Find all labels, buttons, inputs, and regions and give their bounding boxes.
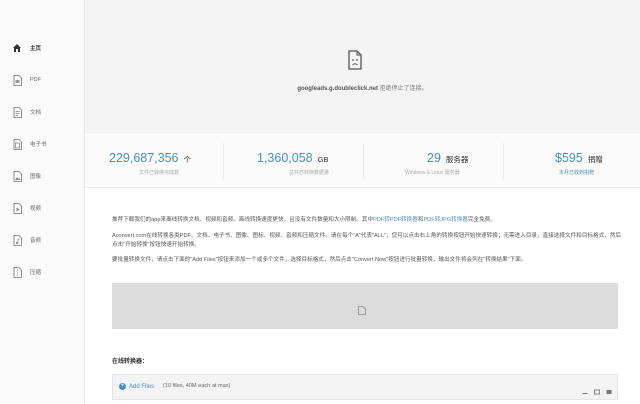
stat-caption[interactable]: 本月已收到捐赠 bbox=[559, 169, 594, 176]
pdf-to-pdf-link[interactable]: PDF转PDF转换器 bbox=[373, 217, 418, 223]
error-message: googleads.g.doubleclick.net 拒绝停止了连接。 bbox=[85, 83, 640, 92]
stat-unit: 服务器 bbox=[445, 155, 469, 164]
divider bbox=[223, 143, 224, 179]
sidebar-item-label: 音频 bbox=[30, 238, 42, 244]
stats-bar: 229,687,356 个 文件已转换完成数 1,360,058 GB 总共已转换数… bbox=[85, 135, 640, 188]
minimize-icon[interactable] bbox=[581, 383, 589, 394]
close-icon[interactable] bbox=[605, 383, 613, 394]
sidebar-item-label: 图像 bbox=[30, 174, 42, 180]
add-files-label: Add Files bbox=[129, 383, 155, 390]
divider bbox=[503, 143, 504, 179]
sidebar-item-label: 主页 bbox=[30, 46, 42, 52]
restore-icon[interactable] bbox=[593, 383, 601, 395]
ebook-file-icon bbox=[10, 137, 24, 151]
plus-icon: + bbox=[119, 383, 126, 390]
audio-file-icon bbox=[10, 233, 24, 247]
batch-instructions-paragraph: 要批量转换文件，请点击下面的"Add Files"按钮来添加一个或多个文件，选择… bbox=[112, 257, 527, 263]
sidebar-item-image[interactable]: 图像 bbox=[0, 165, 84, 187]
intro-text: 完全免费。 bbox=[467, 217, 496, 223]
sidebar-item-ebook[interactable]: 电子书 bbox=[0, 133, 84, 155]
sidebar-item-video[interactable]: 视频 bbox=[0, 197, 84, 219]
file-toolbar: + Add Files (10 files, 40M each at max) bbox=[112, 374, 618, 400]
sidebar-item-home[interactable]: 主页 bbox=[0, 37, 84, 59]
archive-file-icon bbox=[10, 265, 24, 279]
pdf-to-jpg-link[interactable]: PDF转JPG转换器 bbox=[423, 217, 467, 223]
sidebar-item-archive[interactable]: 压缩 bbox=[0, 261, 84, 283]
video-file-icon bbox=[10, 201, 24, 215]
sidebar-item-pdf[interactable]: PDF bbox=[0, 69, 84, 91]
broken-document-icon bbox=[347, 50, 363, 75]
stat-caption: Windows & Linux 服务器 bbox=[405, 170, 460, 176]
sidebar-item-label: 电子书 bbox=[30, 142, 47, 148]
ad-frame: googleads.g.doubleclick.net 拒绝停止了连接。 bbox=[85, 0, 640, 134]
divider bbox=[363, 143, 364, 179]
stat-unit: GB bbox=[317, 155, 329, 164]
file-limit-hint: (10 files, 40M each at max) bbox=[163, 383, 231, 389]
sidebar-item-label: 文档 bbox=[30, 110, 42, 116]
stat-value: 1,360,058 bbox=[257, 151, 313, 165]
add-files-button[interactable]: + Add Files bbox=[119, 383, 154, 390]
error-text: 拒绝停止了连接。 bbox=[379, 86, 428, 92]
sidebar-item-label: 视频 bbox=[30, 206, 42, 212]
stat-value: 29 bbox=[427, 151, 441, 165]
stat-value: $595 bbox=[555, 151, 583, 165]
image-file-icon bbox=[10, 169, 24, 183]
stat-value: 229,687,356 bbox=[109, 151, 179, 165]
sidebar-item-label: 压缩 bbox=[30, 270, 42, 276]
converter-title: 在线转换器： bbox=[112, 359, 149, 365]
intro-paragraph: 推荐下载我们的app来离线转换文档、视频和音频。离线转换速度更快，且没有文件数量… bbox=[112, 216, 622, 225]
error-host: googleads.g.doubleclick.net bbox=[297, 86, 378, 92]
broken-image-icon bbox=[358, 302, 366, 320]
sidebar: 主页 PDF 文档 电子书 图像 视频 音频 压缩 bbox=[0, 0, 85, 404]
stat-caption: 文件已转换完成数 bbox=[139, 170, 180, 176]
intro-text: 推荐下载我们的app来离线转换文档、视频和音频。离线转换速度更快，且没有文件数量… bbox=[112, 217, 374, 223]
sidebar-item-label: PDF bbox=[30, 77, 41, 83]
description-paragraph: Aconvert.com在线转换各类PDF、文档、电子书、图像、图标、视频、音频… bbox=[112, 233, 621, 248]
stat-unit: 个 bbox=[183, 155, 192, 164]
sidebar-item-document[interactable]: 文档 bbox=[0, 101, 84, 123]
document-file-icon bbox=[10, 105, 24, 119]
pdf-file-icon bbox=[10, 73, 24, 87]
stat-unit: 捐赠 bbox=[587, 155, 603, 164]
stat-caption: 总共已转换数据量 bbox=[289, 170, 330, 176]
home-icon bbox=[10, 41, 24, 55]
sidebar-item-audio[interactable]: 音频 bbox=[0, 229, 84, 251]
file-drop-zone[interactable] bbox=[112, 283, 618, 329]
